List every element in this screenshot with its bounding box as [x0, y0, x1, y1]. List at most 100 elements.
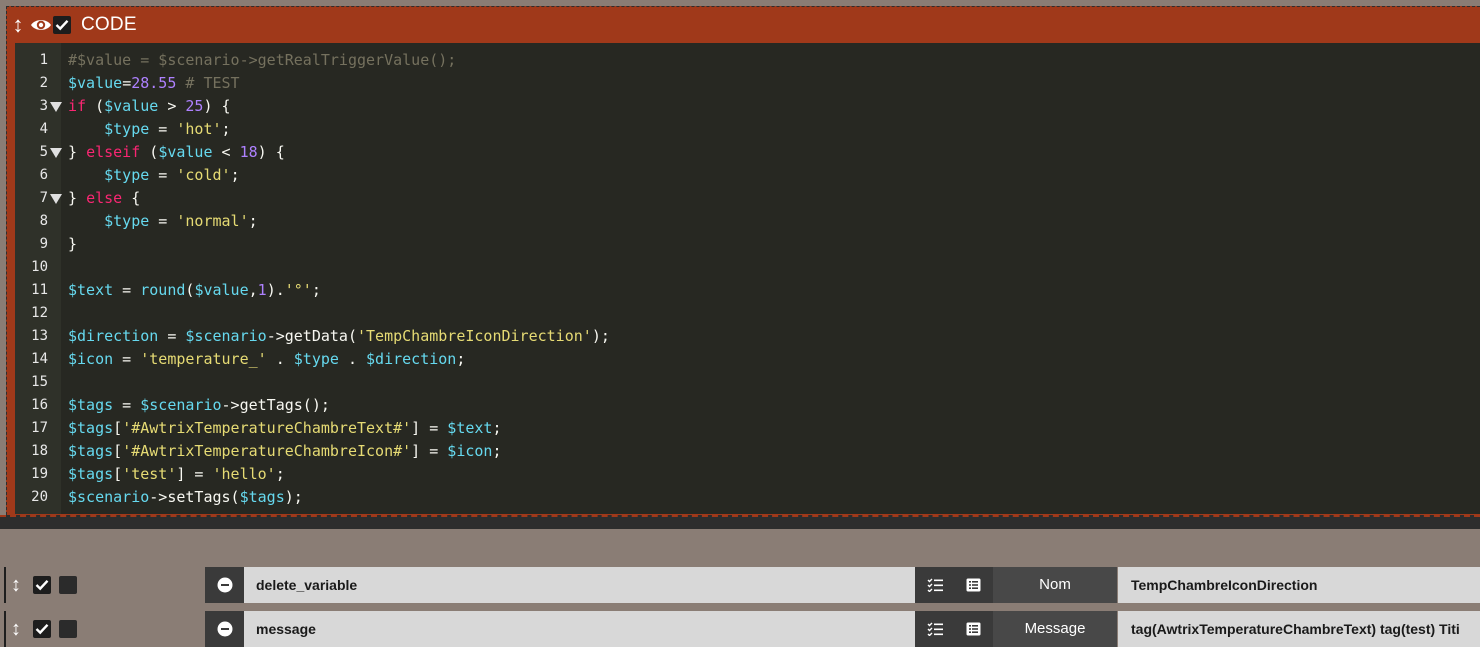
- list-check-icon: [927, 578, 943, 592]
- code-token: $tags: [68, 419, 114, 437]
- line-number: 1: [39, 52, 48, 68]
- drag-vertical-icon[interactable]: ↕: [6, 611, 26, 647]
- code-token: <: [212, 143, 240, 161]
- action-command-field[interactable]: message: [244, 611, 915, 647]
- param-value-field[interactable]: TempChambreIconDirection: [1118, 567, 1480, 603]
- code-token: $value: [194, 281, 249, 299]
- code-token: $type: [104, 212, 150, 230]
- remove-action-button[interactable]: [205, 611, 244, 647]
- code-token: );: [284, 488, 303, 506]
- code-token: ;: [311, 281, 321, 299]
- code-line-text: $type = 'hot';: [68, 118, 230, 141]
- code-token: round: [140, 281, 186, 299]
- list-box-icon: [966, 578, 981, 592]
- checkbox-unchecked-icon[interactable]: [59, 576, 77, 594]
- action-options-button[interactable]: [915, 611, 954, 647]
- remove-action-button[interactable]: [205, 567, 244, 603]
- line-number: 19: [31, 466, 48, 482]
- fold-arrow-icon[interactable]: [50, 148, 62, 158]
- code-line: 4 $type = 'hot';: [15, 118, 1480, 141]
- code-line-text: $value=28.55 # TEST: [68, 72, 240, 95]
- line-number: 16: [31, 397, 48, 413]
- code-line: 14 $icon = 'temperature_' . $type . $dire…: [15, 348, 1480, 371]
- code-token: {: [122, 189, 141, 207]
- code-line: 3 if ($value > 25) {: [15, 95, 1480, 118]
- line-number: 3: [39, 98, 48, 114]
- fold-arrow-icon[interactable]: [50, 194, 62, 204]
- code-token: #$value = $scenario->getRealTriggerValue…: [68, 51, 457, 69]
- code-token: $scenario: [185, 327, 267, 345]
- code-editor[interactable]: 1 #$value = $scenario->getRealTriggerValu…: [15, 43, 1480, 514]
- line-number: 4: [39, 121, 48, 137]
- param-label: Nom: [993, 567, 1117, 603]
- code-token: (: [140, 143, 159, 161]
- action-options-button[interactable]: [915, 567, 954, 603]
- code-line: 19 $tags['test'] = 'hello';: [15, 463, 1480, 486]
- code-token: ) {: [203, 97, 231, 115]
- code-token: $type: [104, 166, 150, 184]
- code-line: 11 $text = round($value,1).'°';: [15, 279, 1480, 302]
- action-row-message: ↕ message Message tag(AwtrixTemperatureC…: [0, 611, 1480, 647]
- checkbox-unchecked-icon[interactable]: [59, 620, 77, 638]
- code-line: 8 $type = 'normal';: [15, 210, 1480, 233]
- code-line: 1 #$value = $scenario->getRealTriggerValu…: [15, 49, 1480, 72]
- code-line: 13 $direction = $scenario->getData('TempC…: [15, 325, 1480, 348]
- checkbox-checked-icon[interactable]: [53, 16, 71, 34]
- code-line-text: } elseif ($value < 18) {: [68, 141, 285, 164]
- code-line-text: $type = 'normal';: [68, 210, 258, 233]
- code-token: ;: [248, 212, 258, 230]
- code-token: $tags: [239, 488, 285, 506]
- code-line: 20 $scenario->setTags($tags);: [15, 486, 1480, 509]
- code-token: $text: [68, 281, 114, 299]
- code-line: 9}: [15, 233, 1480, 256]
- fold-arrow-icon[interactable]: [50, 102, 62, 112]
- code-token: ) {: [257, 143, 285, 161]
- action-log-button[interactable]: [954, 611, 993, 647]
- code-token: [: [113, 419, 123, 437]
- code-line: 16 $tags = $scenario->getTags();: [15, 394, 1480, 417]
- drag-vertical-icon[interactable]: ↕: [6, 567, 26, 603]
- line-number: 14: [31, 351, 48, 367]
- code-block-title: CODE: [81, 14, 137, 35]
- code-token: '#AwtrixTemperatureChambreText#': [122, 419, 412, 437]
- code-line-text: $tags['#AwtrixTemperatureChambreText#'] …: [68, 417, 501, 440]
- code-token: $text: [447, 419, 493, 437]
- code-token: 28.55: [131, 74, 177, 92]
- code-token: ;: [230, 166, 240, 184]
- code-token: .: [338, 350, 367, 368]
- code-token: $value: [158, 143, 213, 161]
- line-number: 6: [39, 167, 48, 183]
- line-number: 15: [31, 374, 48, 390]
- code-token: 'test': [122, 465, 177, 483]
- code-token: 18: [239, 143, 258, 161]
- code-token: );: [591, 327, 610, 345]
- code-token: ).: [266, 281, 285, 299]
- code-token: $direction: [68, 327, 159, 345]
- eye-icon[interactable]: [29, 17, 53, 33]
- code-block: ↕ CODE 1 #$value = $scenario->getRealTrig…: [6, 6, 1480, 515]
- code-token: else: [86, 189, 123, 207]
- drag-vertical-icon[interactable]: ↕: [8, 12, 28, 38]
- code-token: [: [113, 465, 123, 483]
- action-command-field[interactable]: delete_variable: [244, 567, 915, 603]
- param-value-field[interactable]: tag(AwtrixTemperatureChambreText) tag(te…: [1118, 611, 1480, 647]
- code-token: $scenario: [68, 488, 150, 506]
- line-number: 11: [31, 282, 48, 298]
- line-number: 18: [31, 443, 48, 459]
- code-token: (: [86, 97, 105, 115]
- checkbox-checked-icon[interactable]: [33, 620, 51, 638]
- code-line: 18 $tags['#AwtrixTemperatureChambreIcon#'…: [15, 440, 1480, 463]
- action-log-button[interactable]: [954, 567, 993, 603]
- code-line: 2 $value=28.55 # TEST: [15, 72, 1480, 95]
- code-token: ,: [248, 281, 258, 299]
- code-line: 10: [15, 256, 1480, 279]
- code-token: =: [149, 120, 177, 138]
- line-number: 17: [31, 420, 48, 436]
- code-token: $direction: [366, 350, 457, 368]
- code-token: '#AwtrixTemperatureChambreIcon#': [122, 442, 412, 460]
- code-token: 25: [185, 97, 204, 115]
- code-line: 15: [15, 371, 1480, 394]
- checkbox-checked-icon[interactable]: [33, 576, 51, 594]
- code-token: 'temperature_': [140, 350, 267, 368]
